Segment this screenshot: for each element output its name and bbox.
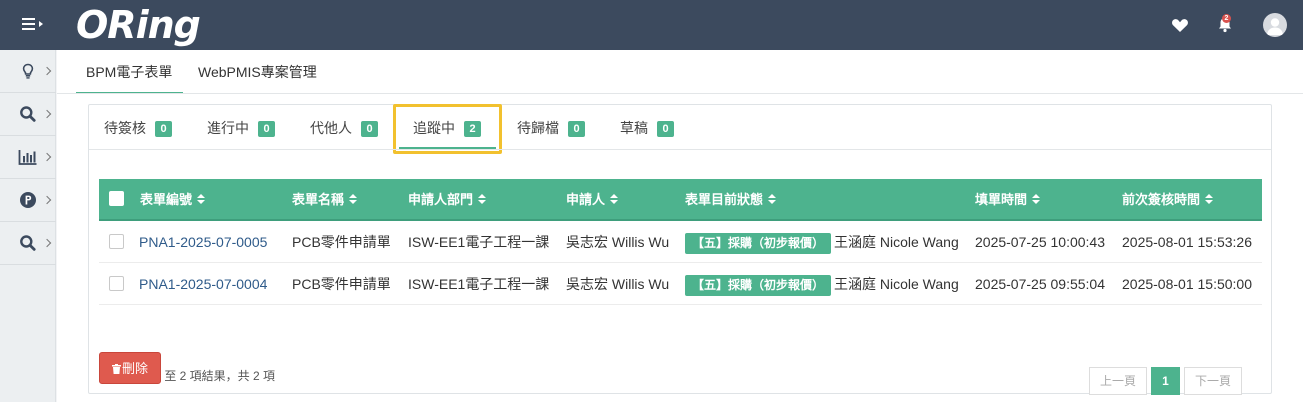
tab-in-progress[interactable]: 進行中 0 (207, 117, 275, 139)
handler: 王涵庭 Nicole Wang (834, 276, 959, 292)
count-badge: 0 (657, 121, 674, 137)
column-label: 前次簽核時間 (1122, 192, 1201, 207)
sidebar-item-reports[interactable] (0, 136, 56, 179)
department: ISW-EE1電子工程一課 (408, 234, 550, 250)
column-label: 表單目前狀態 (685, 192, 764, 207)
tab-label: 進行中 (207, 120, 249, 136)
department: ISW-EE1電子工程一課 (408, 276, 550, 292)
applicant: 吳志宏 Willis Wu (566, 234, 670, 250)
page-1-button[interactable]: 1 (1151, 367, 1180, 395)
chevron-right-icon (42, 109, 52, 119)
top-bar: ORing 2 (0, 0, 1303, 50)
tab-pending-approval[interactable]: 待簽核 0 (104, 117, 172, 139)
column-header-form-name[interactable]: 表單名稱 (292, 192, 358, 208)
divider (89, 149, 1271, 150)
table-header: 表單編號 表單名稱 申請人部門 申請人 表單目前狀態 填單時間 前次簽核時間 (99, 179, 1262, 221)
prev-page-button[interactable]: 上一頁 (1089, 367, 1147, 395)
sort-icon (610, 194, 619, 205)
filled-at: 2025-07-25 09:55:04 (975, 276, 1105, 292)
notification-badge: 2 (1222, 14, 1231, 23)
oring-logo[interactable]: ORing (76, 4, 201, 46)
trash-icon (111, 364, 121, 374)
sort-icon (1032, 194, 1041, 205)
tab-label: 待簽核 (104, 120, 146, 136)
search-icon (20, 106, 36, 122)
sidebar-item-p[interactable] (0, 179, 56, 222)
highlight-box (393, 104, 502, 154)
sort-icon (1205, 194, 1214, 205)
count-badge: 0 (361, 121, 378, 137)
count-badge: 0 (568, 121, 585, 137)
column-header-department[interactable]: 申請人部門 (408, 192, 487, 208)
tab-webpmis[interactable]: WebPMIS專案管理 (188, 50, 327, 94)
form-name: PCB零件申請單 (292, 276, 391, 292)
form-name: PCB零件申請單 (292, 234, 391, 250)
next-page-button[interactable]: 下一頁 (1184, 367, 1242, 395)
bar-chart-icon (18, 150, 37, 165)
column-header-applicant[interactable]: 申請人 (566, 192, 619, 208)
handler: 王涵庭 Nicole Wang (834, 234, 959, 250)
tab-drafts[interactable]: 草稿 0 (620, 117, 674, 139)
sort-icon (197, 194, 206, 205)
tab-on-behalf[interactable]: 代他人 0 (310, 117, 378, 139)
column-header-last-signed[interactable]: 前次簽核時間 (1122, 192, 1214, 208)
delete-button[interactable]: 刪除 (99, 352, 161, 384)
heart-icon[interactable] (1168, 13, 1192, 37)
sort-icon (768, 194, 777, 205)
module-tabs: BPM電子表單 WebPMIS專案管理 (76, 50, 1303, 94)
column-header-form-no[interactable]: 表單編號 (140, 192, 206, 208)
sidebar (0, 50, 56, 402)
status-badge: 【五】採購（初步報價） (685, 233, 832, 254)
tab-label: 代他人 (310, 120, 352, 136)
column-label: 表單名稱 (292, 192, 345, 207)
sort-icon (349, 194, 358, 205)
sidebar-item-search-2[interactable] (0, 222, 56, 265)
select-all-checkbox[interactable] (109, 191, 124, 206)
status-badge: 【五】採購（初步報價） (685, 275, 832, 296)
user-avatar[interactable] (1263, 13, 1287, 37)
sidebar-item-search[interactable] (0, 93, 56, 136)
last-signed-at: 2025-08-01 15:53:26 (1122, 234, 1252, 250)
form-no-link[interactable]: PNA1-2025-07-0004 (139, 276, 267, 292)
chevron-right-icon (42, 152, 52, 162)
column-header-status[interactable]: 表單目前狀態 (685, 192, 777, 208)
chevron-right-icon (42, 195, 52, 205)
count-badge: 0 (258, 121, 275, 137)
lightbulb-icon (22, 63, 34, 79)
divider (57, 93, 1303, 94)
table-row[interactable]: PNA1-2025-07-0004 PCB零件申請單 ISW-EE1電子工程一課… (99, 263, 1262, 305)
delete-label: 刪除 (121, 361, 148, 376)
p-circle-icon (20, 192, 36, 208)
column-label: 表單編號 (140, 192, 193, 207)
chevron-right-icon (42, 66, 52, 76)
sort-icon (478, 194, 487, 205)
count-badge: 0 (155, 121, 172, 137)
form-no-link[interactable]: PNA1-2025-07-0005 (139, 234, 267, 250)
tab-label: 待歸檔 (517, 120, 559, 136)
filled-at: 2025-07-25 10:00:43 (975, 234, 1105, 250)
row-checkbox[interactable] (109, 234, 124, 249)
user-icon (1267, 18, 1283, 35)
menu-icon[interactable] (22, 16, 48, 34)
applicant: 吳志宏 Willis Wu (566, 276, 670, 292)
tab-label: 草稿 (620, 120, 648, 136)
column-label: 申請人部門 (408, 192, 474, 207)
sidebar-item-ideas[interactable] (0, 50, 56, 93)
tab-to-archive[interactable]: 待歸檔 0 (517, 117, 585, 139)
column-label: 填單時間 (975, 192, 1028, 207)
table-row[interactable]: PNA1-2025-07-0005 PCB零件申請單 ISW-EE1電子工程一課… (99, 221, 1262, 263)
search-icon (20, 235, 36, 251)
form-panel: 待簽核 0 進行中 0 代他人 0 追蹤中 2 待歸檔 0 草稿 0 表單編號 表單名稱 申… (88, 104, 1272, 395)
chevron-right-icon (42, 238, 52, 248)
main-content: BPM電子表單 WebPMIS專案管理 待簽核 0 進行中 0 代他人 0 追蹤中 2 … (57, 50, 1303, 402)
column-header-filled-at[interactable]: 填單時間 (975, 192, 1041, 208)
column-label: 申請人 (566, 192, 606, 207)
row-checkbox[interactable] (109, 276, 124, 291)
tab-bpm[interactable]: BPM電子表單 (76, 50, 183, 94)
last-signed-at: 2025-08-01 15:50:00 (1122, 276, 1252, 292)
